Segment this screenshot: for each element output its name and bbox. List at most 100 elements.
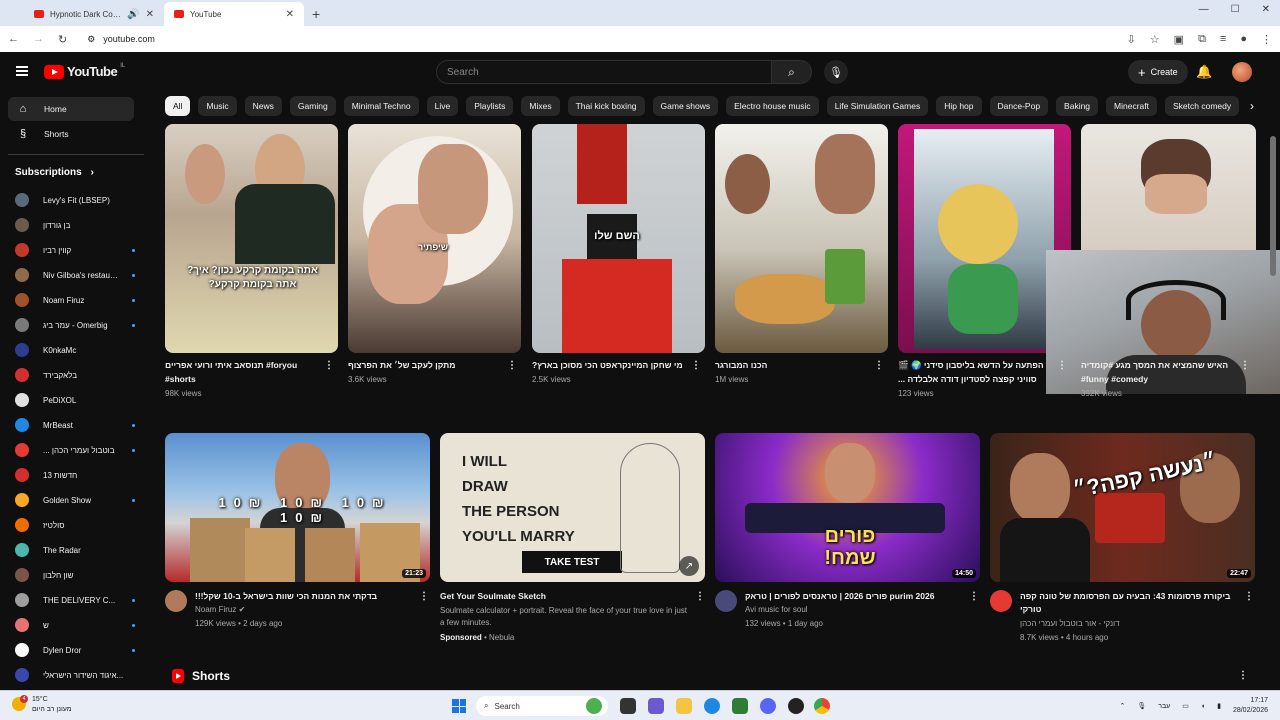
subscription-item[interactable]: עמר ביג - Omerbig <box>15 317 135 333</box>
channel-name[interactable]: Noam Firuz <box>195 605 236 614</box>
channel-avatar[interactable] <box>165 590 187 612</box>
subscription-item[interactable]: THE DELIVERY C... <box>15 592 135 608</box>
account-avatar[interactable] <box>1232 62 1252 82</box>
video-title[interactable]: האיש שהמציא את המסך מגע #קומדיה <box>1081 359 1236 371</box>
discord-icon[interactable] <box>760 698 776 714</box>
battery-icon[interactable]: ▮ <box>1217 702 1221 710</box>
video-thumbnail[interactable]: ״נעשה קפה?״ 22:47 <box>990 433 1255 582</box>
filter-chip[interactable]: Minecraft <box>1106 96 1158 116</box>
video-title[interactable]: ?מי שחקן המיינקראפט הכי מסוכן בארץ <box>532 359 687 371</box>
video-thumbnail[interactable]: שיפתיר <box>348 124 521 353</box>
app-icon[interactable] <box>586 698 602 714</box>
video-title[interactable]: פורים 2026 | טראנסים לפורים | טראק purim… <box>745 590 960 602</box>
more-actions-icon[interactable]: ⋮ <box>1244 591 1254 602</box>
subscription-item[interactable]: ... בוטבול ועמרי הכהן <box>15 442 135 458</box>
subscription-item[interactable]: קווין רביו <box>15 242 135 258</box>
more-actions-icon[interactable]: ⋮ <box>324 360 334 371</box>
extensions-puzzle-icon[interactable]: ⧉ <box>1198 33 1206 46</box>
extension-icon[interactable]: ▣ <box>1174 33 1184 46</box>
microphone-icon[interactable]: 🎙 <box>1137 702 1146 710</box>
video-title-line2[interactable]: טורקי <box>1020 603 1235 615</box>
more-actions-icon[interactable]: ⋮ <box>507 360 517 371</box>
filter-chip[interactable]: All <box>165 96 191 116</box>
youtube-logo[interactable]: YouTube IL <box>44 63 125 79</box>
filter-chip[interactable]: Baking <box>1056 96 1099 116</box>
maximize-icon[interactable]: ☐ <box>1231 4 1240 15</box>
back-icon[interactable]: ← <box>8 33 19 45</box>
reload-icon[interactable]: ↻ <box>58 33 67 46</box>
channel-avatar[interactable] <box>715 590 737 612</box>
channel-name[interactable]: Avi music for soul <box>745 605 808 614</box>
filter-chip[interactable]: Life Simulation Games <box>826 96 929 116</box>
ad-thumbnail[interactable]: I WILL DRAW THE PERSON YOU'LL MARRY TAKE… <box>440 433 705 582</box>
teams-icon[interactable] <box>648 698 664 714</box>
subscription-item[interactable]: Dylen Dror <box>15 642 135 658</box>
install-app-icon[interactable]: ⇩ <box>1127 33 1136 46</box>
search-input[interactable]: Search <box>436 60 772 84</box>
more-actions-icon[interactable]: ⋮ <box>969 591 979 602</box>
more-actions-icon[interactable]: ⋮ <box>874 360 884 371</box>
channel-avatar[interactable] <box>990 590 1012 612</box>
subscription-item[interactable]: PeDiXOL <box>15 392 135 408</box>
subscriptions-heading[interactable]: Subscriptions › <box>15 167 94 178</box>
chrome-icon[interactable] <box>814 698 830 714</box>
video-thumbnail[interactable] <box>715 124 888 353</box>
filter-chip[interactable]: Music <box>198 96 237 116</box>
filter-chip[interactable]: Electro house music <box>726 96 819 116</box>
notifications-bell-icon[interactable]: 🔔 <box>1196 64 1212 80</box>
browser-tab[interactable]: Hypnotic Dark Code | Futur 🔊 ✕ <box>24 2 164 26</box>
subscription-item[interactable]: Noam Firuz <box>15 292 135 308</box>
close-tab-icon[interactable]: ✕ <box>146 9 154 20</box>
video-thumbnail[interactable]: 10₪ 10₪ 10₪ 10₪ 21:23 <box>165 433 430 582</box>
filter-chip[interactable]: Playlists <box>466 96 514 116</box>
video-title[interactable]: ביקורת פרסומות 43: הבעיה עם הפרסומת של ט… <box>1020 590 1235 602</box>
filter-chip[interactable]: Gaming <box>289 96 336 116</box>
filter-chip[interactable]: News <box>244 96 282 116</box>
volume-icon[interactable]: ◖ <box>1201 703 1205 710</box>
filter-chip[interactable]: Minimal Techno <box>343 96 419 116</box>
more-actions-icon[interactable]: ⋮ <box>419 591 429 602</box>
filter-chip[interactable]: Thai kick boxing <box>567 96 645 116</box>
subscription-item[interactable]: Niv Gilboa's restaur... <box>15 267 135 283</box>
media-controls-icon[interactable]: ≡ <box>1220 33 1226 46</box>
language-indicator[interactable]: עבר <box>1158 703 1170 710</box>
address-bar[interactable]: ⚙ youtube.com <box>81 29 1112 49</box>
ad-title[interactable]: Get Your Soulmate Sketch <box>440 590 680 602</box>
bookmark-star-icon[interactable]: ☆ <box>1150 33 1160 46</box>
subscription-item[interactable]: בן גורדון <box>15 217 135 233</box>
advertiser-name[interactable]: Nebula <box>489 633 514 642</box>
subscription-item[interactable]: בלאקבירד <box>15 367 135 383</box>
site-info-icon[interactable]: ⚙ <box>87 34 95 45</box>
chevron-up-icon[interactable]: ⌃ <box>1119 702 1125 710</box>
filter-chip[interactable]: Hip hop <box>936 96 982 116</box>
search-button[interactable]: ⌕ <box>772 60 812 84</box>
more-actions-icon[interactable]: ⋮ <box>1057 360 1067 371</box>
minimize-icon[interactable]: — <box>1199 4 1209 15</box>
forward-icon[interactable]: → <box>33 33 44 45</box>
external-link-icon[interactable]: ↗ <box>679 556 699 576</box>
new-tab-button[interactable]: + <box>304 6 328 26</box>
video-title-line2[interactable]: ... סוויני קפצה לסטדיון דודה אלבלדה <box>898 373 1053 385</box>
subscription-item[interactable]: MrBeast <box>15 417 135 433</box>
filter-chip[interactable]: Dance-Pop <box>989 96 1049 116</box>
browser-tab-active[interactable]: YouTube ✕ <box>164 2 304 26</box>
task-view-icon[interactable] <box>620 698 636 714</box>
subscription-item[interactable]: K0nkaMc <box>15 342 135 358</box>
browser-menu-icon[interactable]: ⋮ <box>1261 33 1272 46</box>
guide-menu-icon[interactable] <box>16 66 28 76</box>
speaker-icon[interactable]: 🔊 <box>127 9 139 20</box>
video-title[interactable]: !!!בדקתי את המנות הכי שוות בישראל ב-10 ש… <box>195 590 410 602</box>
sidebar-item-home[interactable]: ⌂ Home <box>8 97 134 121</box>
chevron-right-icon[interactable]: › <box>1242 96 1262 116</box>
windows-start-icon[interactable] <box>452 699 466 713</box>
subscription-item[interactable]: Golden Show <box>15 492 135 508</box>
video-title-line2[interactable]: #funny #comedy <box>1081 373 1236 385</box>
weather-widget[interactable]: 4 15°C מעונן רב היום <box>12 695 72 715</box>
subscription-item[interactable]: חדשות 13 <box>15 467 135 483</box>
filter-chip[interactable]: Mixes <box>521 96 560 116</box>
video-title[interactable]: תנוסאב איתי ורועי אפריים #foryou <box>165 359 320 371</box>
network-icon[interactable]: ▭ <box>1182 702 1189 710</box>
app-icon[interactable] <box>788 698 804 714</box>
more-actions-icon[interactable]: ⋮ <box>1240 360 1250 371</box>
store-icon[interactable] <box>732 698 748 714</box>
